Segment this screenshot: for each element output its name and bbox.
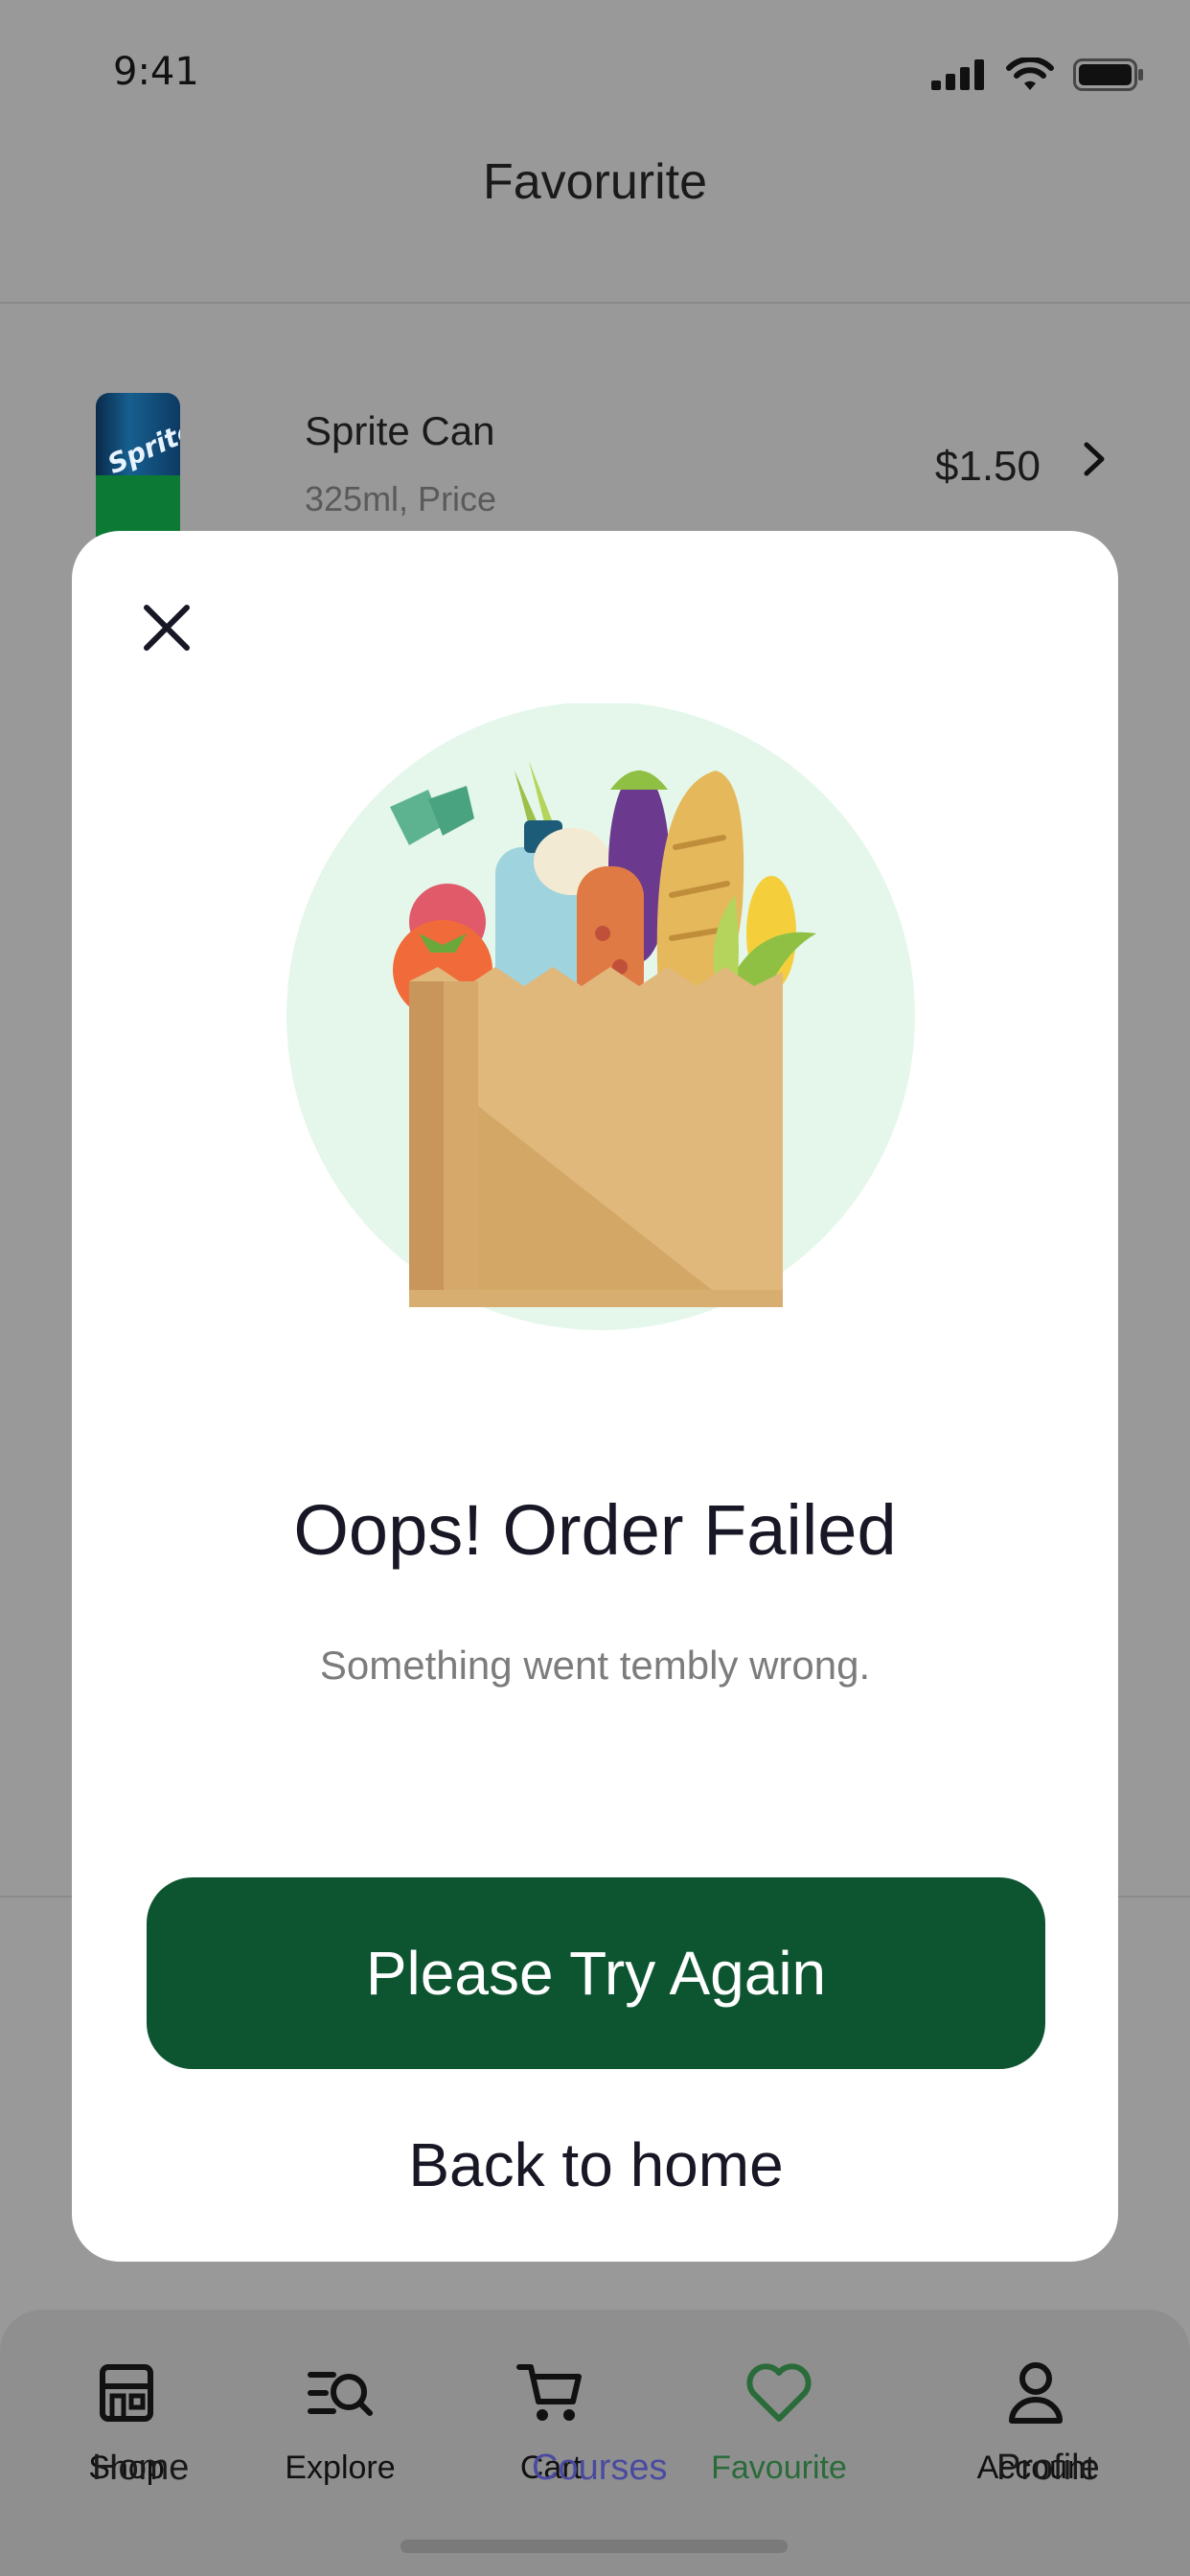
ghost-label-home: Home xyxy=(92,2448,190,2488)
heart-icon xyxy=(746,2363,812,2422)
ghost-label-courses: Courses xyxy=(532,2448,668,2488)
product-image: Sprite xyxy=(96,393,180,537)
status-icons xyxy=(931,58,1144,92)
try-again-button[interactable]: Please Try Again xyxy=(147,1877,1045,2069)
can-band-decoration xyxy=(96,475,180,537)
page-title: Favorurite xyxy=(482,154,708,210)
bottom-tab-bar: Shop Explore Cart Favourite Account xyxy=(0,2310,1190,2576)
home-indicator xyxy=(400,2540,788,2553)
explore-search-icon xyxy=(308,2372,373,2416)
product-price: $1.50 xyxy=(934,443,1041,490)
wifi-icon xyxy=(1006,58,1054,90)
product-description: 325ml, Price xyxy=(305,479,497,518)
modal-message: Something went tembly wrong. xyxy=(319,1643,871,1688)
cart-icon xyxy=(516,2364,582,2421)
user-icon xyxy=(1009,2362,1063,2424)
ghost-label-profile: Profile xyxy=(996,2448,1100,2488)
grocery-bag-illustration xyxy=(286,703,915,1330)
product-name: Sprite Can xyxy=(305,408,495,453)
header-divider xyxy=(0,302,1190,304)
store-icon xyxy=(100,2364,153,2422)
battery-icon xyxy=(1073,58,1143,91)
tab-label: Favourite xyxy=(711,2450,847,2486)
close-icon[interactable] xyxy=(137,598,196,657)
product-image-logo: Sprite xyxy=(103,413,180,481)
modal-title: Oops! Order Failed xyxy=(293,1490,897,1570)
tab-favourite[interactable]: Favourite xyxy=(683,2358,875,2487)
tab-label: Explore xyxy=(285,2450,396,2486)
status-time: 9:41 xyxy=(113,50,199,94)
favourite-list-item[interactable]: Sprite Sprite Can 325ml, Price $1.50 xyxy=(0,383,1190,537)
tab-explore[interactable]: Explore xyxy=(244,2358,436,2487)
cellular-signal-icon xyxy=(931,59,984,90)
back-to-home-button[interactable]: Back to home xyxy=(147,2103,1045,2227)
chevron-right-icon[interactable] xyxy=(1071,437,1115,481)
order-failed-modal: Oops! Order Failed Something went tembly… xyxy=(72,531,1118,2262)
